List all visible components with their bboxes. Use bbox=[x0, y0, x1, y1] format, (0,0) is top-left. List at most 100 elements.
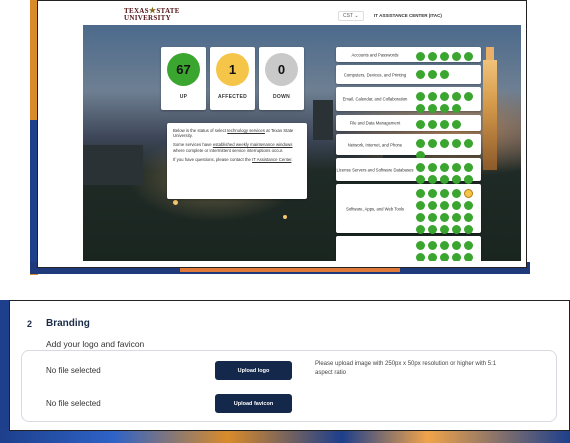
background-strip bbox=[0, 430, 570, 443]
status-up-icon[interactable] bbox=[464, 201, 473, 210]
status-up-icon[interactable] bbox=[428, 213, 437, 222]
service-status-dots bbox=[416, 120, 478, 129]
status-up-icon[interactable] bbox=[452, 225, 461, 234]
info-text: . bbox=[291, 156, 293, 162]
status-up-icon[interactable] bbox=[464, 213, 473, 222]
status-up-icon[interactable] bbox=[440, 92, 449, 101]
status-up-icon[interactable] bbox=[428, 189, 437, 198]
service-status-dots bbox=[416, 52, 478, 61]
status-up-icon[interactable] bbox=[428, 52, 437, 61]
upload-favicon-button[interactable]: Upload favicon bbox=[215, 394, 292, 413]
status-up-icon[interactable] bbox=[464, 253, 473, 261]
status-up-icon[interactable] bbox=[416, 213, 425, 222]
service-name: Accounts and Passwords bbox=[351, 52, 399, 57]
service-row[interactable]: Computers, Devices, and Printing bbox=[336, 65, 481, 84]
status-up-icon[interactable] bbox=[428, 201, 437, 210]
status-up-icon[interactable] bbox=[416, 52, 425, 61]
service-row[interactable]: Email, Calendar, and Collaboration bbox=[336, 87, 481, 113]
service-row[interactable]: Accounts and Passwords bbox=[336, 47, 481, 62]
status-up-icon[interactable] bbox=[428, 139, 437, 148]
status-up-icon[interactable] bbox=[452, 92, 461, 101]
status-up-icon[interactable] bbox=[452, 189, 461, 198]
status-affected-icon[interactable] bbox=[464, 189, 473, 198]
status-up-icon[interactable] bbox=[428, 104, 437, 113]
service-row[interactable]: License Servers and Software Databases bbox=[336, 158, 481, 184]
status-up-icon[interactable] bbox=[416, 201, 425, 210]
status-up-icon[interactable] bbox=[428, 120, 437, 129]
status-up-icon[interactable] bbox=[428, 253, 437, 261]
status-up-icon[interactable] bbox=[440, 253, 449, 261]
status-up-icon[interactable] bbox=[440, 225, 449, 234]
service-row[interactable]: Network, Internet, and Phone bbox=[336, 134, 481, 160]
status-up-icon[interactable] bbox=[416, 225, 425, 234]
status-up-icon[interactable] bbox=[464, 92, 473, 101]
technology-services-link[interactable]: technology services bbox=[227, 128, 265, 133]
affected-count-card: 1 AFFECTED bbox=[210, 47, 255, 110]
status-up-icon[interactable] bbox=[464, 163, 473, 172]
status-up-icon[interactable] bbox=[440, 120, 449, 129]
status-up-icon[interactable] bbox=[416, 241, 425, 250]
status-up-icon[interactable] bbox=[428, 70, 437, 79]
status-up-icon[interactable] bbox=[440, 139, 449, 148]
status-up-icon[interactable] bbox=[452, 104, 461, 113]
section-subtitle: Add your logo and favicon bbox=[46, 339, 145, 349]
status-up-icon[interactable] bbox=[416, 189, 425, 198]
status-up-icon[interactable] bbox=[452, 163, 461, 172]
itac-link[interactable]: IT ASSISTANCE CENTER (ITAC) bbox=[374, 13, 442, 18]
status-up-icon[interactable] bbox=[464, 175, 473, 184]
service-row[interactable]: Teaching, Learning, and Training bbox=[336, 236, 481, 261]
status-up-icon[interactable] bbox=[416, 120, 425, 129]
status-up-icon[interactable] bbox=[416, 92, 425, 101]
status-up-icon[interactable] bbox=[440, 189, 449, 198]
status-up-icon[interactable] bbox=[464, 241, 473, 250]
down-count: 0 bbox=[265, 53, 298, 86]
status-up-icon[interactable] bbox=[416, 139, 425, 148]
service-row[interactable]: File and Data Management bbox=[336, 115, 481, 131]
status-page-screenshot: TEXAS★STATE UNIVERSITY CST ⌄ IT ASSISTAN… bbox=[37, 0, 527, 268]
timezone-select[interactable]: CST ⌄ bbox=[338, 11, 364, 21]
status-up-icon[interactable] bbox=[440, 163, 449, 172]
chevron-down-icon: ⌄ bbox=[354, 13, 359, 19]
status-up-icon[interactable] bbox=[440, 241, 449, 250]
status-up-icon[interactable] bbox=[428, 92, 437, 101]
up-count: 67 bbox=[167, 53, 200, 86]
it-assistance-center-link[interactable]: IT Assistance Center bbox=[252, 157, 291, 162]
status-up-icon[interactable] bbox=[428, 225, 437, 234]
status-up-icon[interactable] bbox=[428, 241, 437, 250]
service-row[interactable]: Software, Apps, and Web Tools bbox=[336, 184, 481, 246]
building-silhouette bbox=[313, 100, 333, 140]
status-up-icon[interactable] bbox=[416, 175, 425, 184]
status-up-icon[interactable] bbox=[440, 213, 449, 222]
status-up-icon[interactable] bbox=[416, 104, 425, 113]
status-up-icon[interactable] bbox=[452, 52, 461, 61]
status-up-icon[interactable] bbox=[452, 253, 461, 261]
status-up-icon[interactable] bbox=[416, 70, 425, 79]
status-up-icon[interactable] bbox=[452, 139, 461, 148]
status-up-icon[interactable] bbox=[452, 201, 461, 210]
status-up-icon[interactable] bbox=[452, 213, 461, 222]
status-up-icon[interactable] bbox=[464, 225, 473, 234]
status-up-icon[interactable] bbox=[464, 52, 473, 61]
status-up-icon[interactable] bbox=[440, 201, 449, 210]
info-text: If you have questions, please contact th… bbox=[173, 156, 253, 162]
service-name: Email, Calendar, and Collaboration bbox=[342, 96, 408, 102]
light bbox=[283, 215, 287, 219]
status-up-icon[interactable] bbox=[440, 70, 449, 79]
status-up-icon[interactable] bbox=[452, 120, 461, 129]
status-up-icon[interactable] bbox=[452, 175, 461, 184]
status-up-icon[interactable] bbox=[440, 175, 449, 184]
status-up-icon[interactable] bbox=[440, 52, 449, 61]
status-up-icon[interactable] bbox=[464, 139, 473, 148]
upload-logo-button[interactable]: Upload logo bbox=[215, 361, 292, 380]
logo-text: UNIVERSITY bbox=[124, 14, 171, 22]
down-count-card: 0 DOWN bbox=[259, 47, 304, 110]
status-up-icon[interactable] bbox=[416, 163, 425, 172]
status-up-icon[interactable] bbox=[416, 253, 425, 261]
status-up-icon[interactable] bbox=[452, 241, 461, 250]
status-up-icon[interactable] bbox=[428, 175, 437, 184]
info-paragraph: Below is the status of select technology… bbox=[173, 128, 301, 138]
university-logo[interactable]: TEXAS★STATE UNIVERSITY bbox=[124, 7, 180, 22]
step-number: 2 bbox=[27, 319, 33, 329]
status-up-icon[interactable] bbox=[428, 163, 437, 172]
status-up-icon[interactable] bbox=[440, 104, 449, 113]
